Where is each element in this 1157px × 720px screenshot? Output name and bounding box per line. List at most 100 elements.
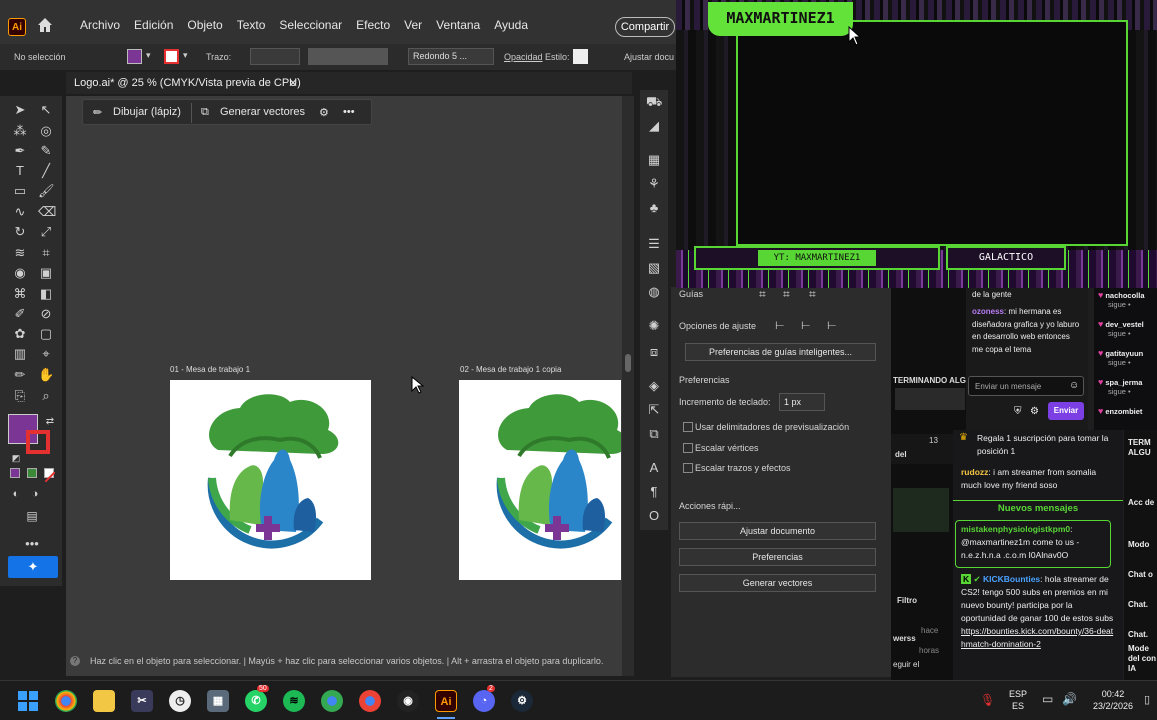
stroke-weight-field[interactable] (250, 48, 300, 65)
swap-colors-icon[interactable]: ⇄ (42, 414, 58, 430)
windows-start-icon[interactable] (17, 690, 39, 712)
notification-icon[interactable]: ▯ (1144, 693, 1150, 706)
opentype-icon[interactable]: O (646, 508, 662, 524)
layers-icon[interactable]: ◢ (646, 118, 662, 134)
rotate-icon[interactable]: ↻ (12, 224, 28, 240)
fit-document-button[interactable]: Ajustar documento (679, 522, 876, 540)
artboard-label-1[interactable]: 01 - Mesa de trabajo 1 (170, 365, 250, 374)
artboard-1[interactable] (170, 380, 371, 580)
chrome-profile-icon[interactable] (359, 690, 381, 712)
chat-input[interactable]: Enviar un mensaje ☺ (968, 376, 1084, 396)
vectorize-icon[interactable]: ⧉ (201, 106, 209, 119)
pixel-grid-icon[interactable]: ⌗ (783, 287, 790, 302)
snap-glyph-icon[interactable]: ⊢ (801, 319, 811, 332)
generate-vectors-panel-button[interactable]: Generar vectores (679, 574, 876, 592)
snipping-tool-icon[interactable]: ✂ (131, 690, 153, 712)
character-icon[interactable]: A (646, 460, 662, 476)
eyedropper-icon[interactable]: ✐ (12, 306, 28, 322)
pencil-icon[interactable]: ✏ (12, 367, 28, 383)
live-paint-icon[interactable]: ▣ (38, 265, 54, 281)
properties-icon[interactable]: ⛟ (646, 94, 662, 110)
direct-selection-icon[interactable]: ↖ (38, 102, 54, 118)
shield-icon[interactable]: ⛨ (1014, 406, 1022, 417)
menu-item-texto[interactable]: Texto (237, 18, 266, 32)
spotify-icon[interactable]: ≋ (283, 690, 305, 712)
scale-strokes-checkbox[interactable] (683, 463, 693, 473)
draw-inside-icon[interactable]: ◑ (27, 486, 43, 502)
follower-item[interactable]: ♥ nachocolla sigue • (1098, 290, 1157, 309)
illustrator-taskbar-icon[interactable]: Ai (435, 690, 457, 712)
emoji-icon[interactable]: ☺ (1069, 380, 1079, 391)
chevron-down-icon[interactable]: ▾ (183, 50, 188, 61)
more-tools-icon[interactable]: ••• (24, 536, 40, 552)
network-icon[interactable]: ▭ (1042, 692, 1053, 706)
fill-color-swatch[interactable] (127, 49, 142, 64)
snap-pixel-icon[interactable]: ⊢ (827, 319, 837, 332)
pencil-icon[interactable]: ✏ (93, 106, 102, 119)
style-swatch[interactable] (573, 49, 588, 64)
free-transform-icon[interactable]: ⌗ (38, 245, 54, 261)
volume-icon[interactable]: 🔊 (1062, 692, 1077, 706)
chat-author[interactable]: KICKBounties (983, 574, 1040, 584)
filter-label[interactable]: Filtro (897, 596, 917, 605)
preferences-button[interactable]: Preferencias (679, 548, 876, 566)
discord-icon[interactable]: ◔ (473, 690, 495, 712)
document-tab[interactable]: Logo.ai* @ 25 % (CMYK/Vista previa de CP… (74, 77, 301, 89)
file-explorer-icon[interactable] (93, 690, 115, 712)
stroke-color-swatch[interactable] (164, 49, 179, 64)
right-column-item[interactable]: Mode del con IA (1128, 644, 1157, 674)
symbol-sprayer-icon[interactable]: ✿ (12, 326, 28, 342)
paintbrush-icon[interactable]: 🖌 (38, 183, 55, 199)
new-messages-divider[interactable]: Nuevos mensajes (953, 500, 1123, 516)
blend-icon[interactable]: ⊘ (38, 306, 54, 322)
curvature-icon[interactable]: ✎ (38, 143, 54, 159)
warp-icon[interactable]: ≋ (12, 245, 28, 261)
eraser-icon[interactable]: ⌫ (38, 204, 56, 220)
clock-icon[interactable]: ◷ (169, 690, 191, 712)
home-icon[interactable] (36, 16, 54, 34)
adjust-document-link[interactable]: Ajustar docu (624, 52, 674, 62)
export-icon[interactable]: ⇱ (646, 402, 662, 418)
clock[interactable]: 00:42 23/2/2026 (1088, 688, 1138, 712)
menu-item-seleccionar[interactable]: Seleccionar (279, 18, 342, 32)
image-trace-icon[interactable]: ▦ (646, 152, 662, 168)
transparency-icon[interactable]: ▧ (646, 260, 662, 276)
keyboard-increment-field[interactable]: 1 px (779, 393, 825, 411)
brushes-icon[interactable]: ✺ (646, 318, 662, 334)
rectangle-tool-icon[interactable]: ▭ (12, 183, 28, 199)
brush-dropdown[interactable]: Redondo 5 ... (408, 48, 494, 65)
calculator-icon[interactable]: ▦ (207, 690, 229, 712)
artboard-label-2[interactable]: 02 - Mesa de trabajo 1 copia (460, 365, 561, 374)
type-tool-icon[interactable]: T (12, 163, 28, 179)
shaper-icon[interactable]: ∿ (12, 204, 28, 220)
line-tool-icon[interactable]: ╱ (38, 163, 54, 179)
snap-grid-icon[interactable]: ⌗ (809, 287, 816, 302)
pen-tool-icon[interactable]: ✒ (12, 143, 28, 159)
puppet-icon[interactable]: ⚘ (646, 176, 662, 192)
gear-icon[interactable]: ⚙ (1030, 406, 1039, 417)
none-mode-icon[interactable] (44, 468, 56, 483)
hand-icon[interactable]: ✋ (38, 367, 54, 383)
graph-icon[interactable]: ▥ (12, 346, 28, 362)
whatsapp-icon[interactable]: ✆ (245, 690, 267, 712)
chat-author[interactable]: rudozz (961, 467, 988, 477)
menu-item-ayuda[interactable]: Ayuda (494, 18, 528, 32)
shape-builder-icon[interactable]: ◉ (12, 265, 28, 281)
color-mode-icon[interactable] (10, 468, 20, 478)
menu-item-edicin[interactable]: Edición (134, 18, 173, 32)
chrome-icon[interactable] (55, 690, 77, 712)
align-icon[interactable]: ☰ (646, 236, 662, 252)
scale-corners-checkbox[interactable] (683, 443, 693, 453)
help-icon[interactable]: ? (70, 656, 80, 666)
artboard-2[interactable] (459, 380, 621, 580)
grid-icon[interactable]: ⌗ (759, 287, 766, 302)
draw-mode-icon[interactable]: ◐ (8, 486, 24, 502)
selection-tool-icon[interactable]: ➤ (12, 102, 28, 118)
generative-ai-button[interactable]: ✦ (8, 556, 58, 578)
gradient-icon[interactable]: ◧ (38, 286, 54, 302)
default-colors-icon[interactable]: ◩ (8, 450, 24, 466)
generate-vectors-button[interactable]: Generar vectores (220, 106, 305, 118)
opacity-label[interactable]: Opacidad (504, 52, 543, 62)
chevron-down-icon[interactable]: ▾ (146, 50, 151, 61)
right-column-item[interactable]: Acc de (1128, 498, 1157, 508)
